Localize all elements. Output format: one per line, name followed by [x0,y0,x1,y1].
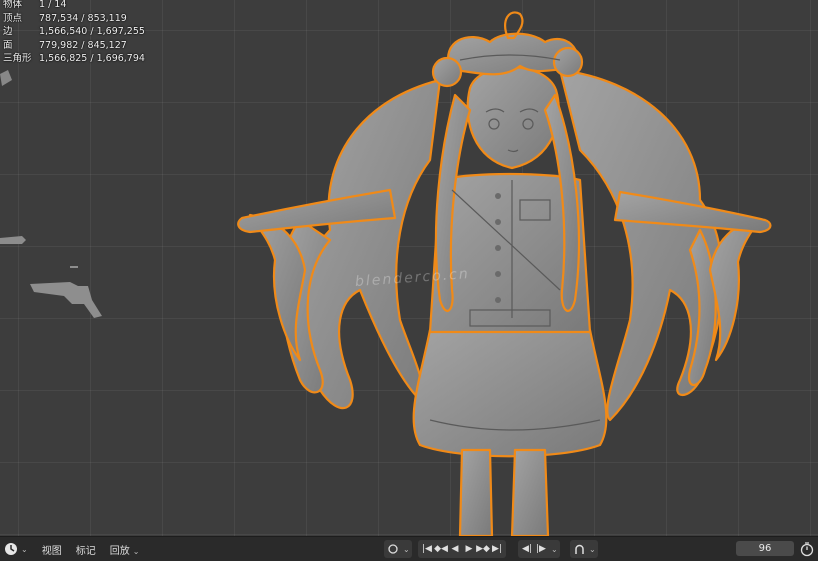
stat-value: 787,534 / 853,119 [39,12,127,24]
play-icon[interactable]: ▶ [462,541,476,557]
chevron-down-icon: ⌄ [21,544,28,554]
stopwatch-icon[interactable] [799,541,815,557]
stat-label: 物体 [3,0,23,10]
chevron-down-icon[interactable]: ⌄ [551,545,558,554]
selected-character-model[interactable] [237,11,772,536]
stat-value: 1,566,540 / 1,697,255 [39,26,145,38]
stat-label: 顶点 [3,12,23,24]
chevron-down-icon[interactable]: ⌄ [589,545,596,554]
stat-label: 三角形 [3,53,32,65]
auto-key-group: ⌄ [570,540,598,558]
auto-key-icon[interactable] [572,541,586,557]
jump-start-icon[interactable]: |◀ [420,541,434,557]
stat-row-vertices: 顶点 787,534 / 853,119 [3,12,145,26]
next-marker-icon[interactable]: |▶ [534,541,548,557]
marker-controls: ◀| |▶ ⌄ [518,540,560,558]
editor-type-selector[interactable]: ⌄ [4,542,28,556]
menu-view[interactable]: 视图 [42,542,62,557]
next-keyframe-icon[interactable]: ▶◆ [476,541,490,557]
prev-marker-icon[interactable]: ◀| [520,541,534,557]
stat-row-triangles: 三角形 1,566,825 / 1,696,794 [3,52,145,66]
menu-playback[interactable]: 回放 ⌄ [110,542,140,557]
menu-playback-label: 回放 [109,545,130,557]
timeline-header: ⌄ 视图 标记 回放 ⌄ ⌄ |◀ ◆◀ ◀ ▶ ▶◆ ▶| ◀| |▶ ⌄ ⌄ … [0,536,818,561]
chevron-down-icon: ⌄ [132,546,140,556]
scene-statistics: 物体 1 / 14 顶点 787,534 / 853,119 边 1,566,5… [3,0,145,66]
record-group: ⌄ [384,540,412,558]
record-icon[interactable] [386,541,400,557]
revolver-prop[interactable] [30,266,102,318]
menu-marker[interactable]: 标记 [76,542,96,557]
3d-viewport[interactable]: blenderco.cn 物体 1 / 14 顶点 787,534 / 853,… [0,0,818,536]
playback-controls: |◀ ◆◀ ◀ ▶ ▶◆ ▶| [418,540,506,558]
stat-row-edges: 边 1,566,540 / 1,697,255 [3,25,145,39]
stat-label: 边 [3,26,13,38]
clock-icon [5,543,17,555]
jump-end-icon[interactable]: ▶| [490,541,504,557]
current-frame-field[interactable]: 96 [736,541,794,556]
small-prop[interactable] [0,70,12,86]
stat-row-objects: 物体 1 / 14 [3,0,145,12]
knife-prop[interactable] [0,236,26,244]
scene-canvas[interactable] [0,0,818,536]
stat-label: 面 [3,39,13,51]
stat-value: 779,982 / 845,127 [39,39,127,51]
play-reverse-icon[interactable]: ◀ [448,541,462,557]
stat-value: 1 / 14 [39,0,67,10]
chevron-down-icon[interactable]: ⌄ [403,545,410,554]
prev-keyframe-icon[interactable]: ◆◀ [434,541,448,557]
stat-row-faces: 面 779,982 / 845,127 [3,39,145,53]
stat-value: 1,566,825 / 1,696,794 [39,53,145,65]
